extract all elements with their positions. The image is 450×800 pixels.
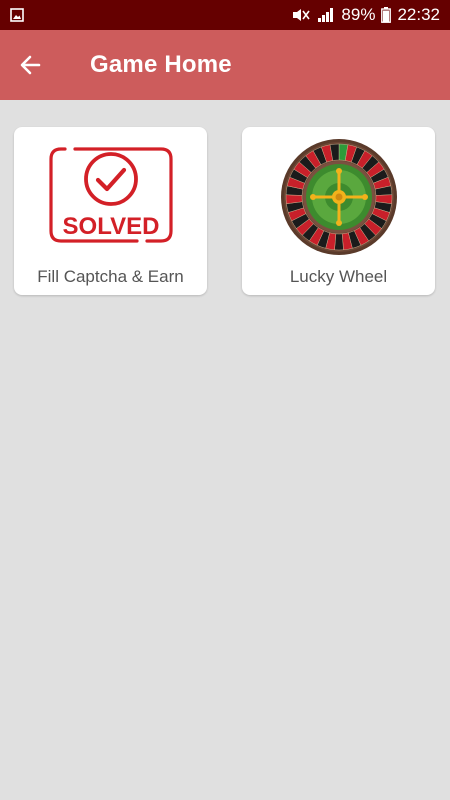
roulette-wheel-icon: [280, 139, 398, 256]
game-card-label: Lucky Wheel: [289, 267, 388, 286]
gallery-icon: [10, 8, 24, 22]
mute-icon: [291, 7, 311, 23]
status-bar: 89% 22:32: [0, 0, 450, 30]
arrow-left-icon: [19, 54, 41, 76]
app-bar: Game Home: [0, 30, 450, 100]
game-card-lucky-wheel[interactable]: Lucky Wheel: [242, 127, 435, 295]
back-button[interactable]: [0, 30, 60, 100]
roulette-pocket: [333, 233, 344, 251]
captcha-solved-icon: SOLVED: [47, 145, 175, 245]
battery-percentage: 89%: [341, 5, 376, 24]
battery-icon: [381, 7, 392, 23]
signal-icon: [317, 7, 335, 23]
game-card-label: Fill Captcha & Earn: [37, 267, 184, 286]
game-card-captcha[interactable]: SOLVED Fill Captcha & Earn: [14, 127, 207, 295]
solved-badge-text: SOLVED: [62, 213, 159, 240]
clock: 22:32: [397, 5, 440, 24]
page-title: Game Home: [90, 51, 232, 78]
